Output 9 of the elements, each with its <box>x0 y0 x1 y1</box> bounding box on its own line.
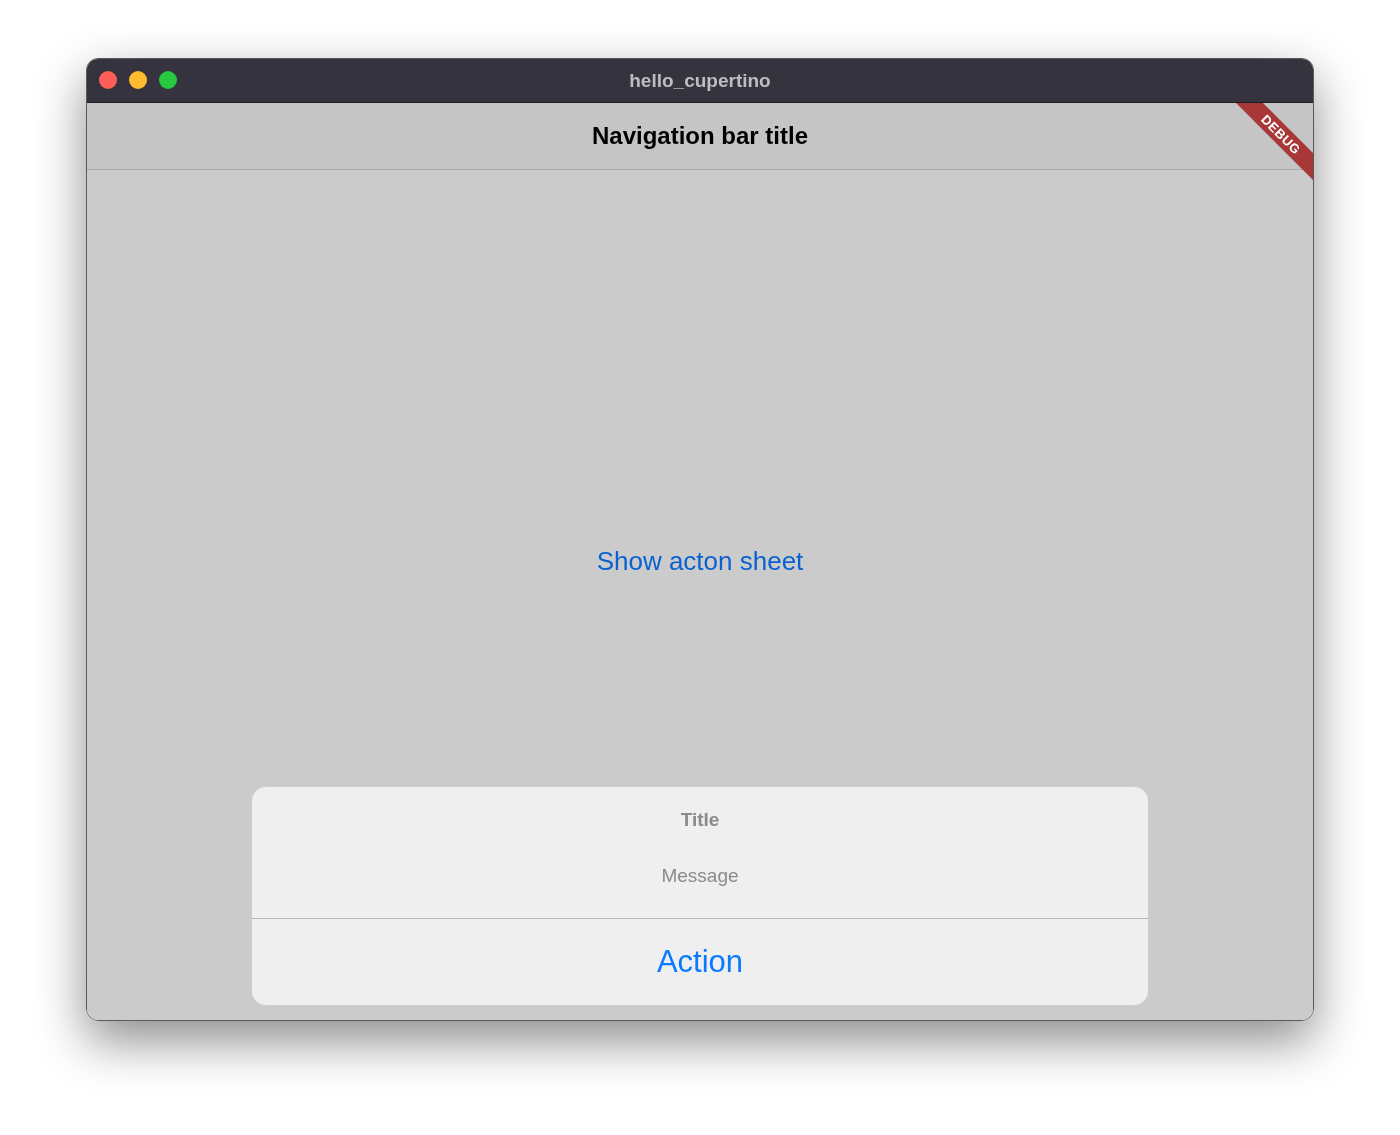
navigation-title: Navigation bar title <box>591 122 808 150</box>
close-icon[interactable] <box>99 71 117 89</box>
action-button[interactable]: Action <box>252 919 1148 1005</box>
maximize-icon[interactable] <box>159 71 177 89</box>
sheet-message: Message <box>661 865 739 887</box>
minimize-icon[interactable] <box>129 71 147 89</box>
show-action-sheet-link[interactable]: Show acton sheet <box>596 545 804 577</box>
sheet-title: Title <box>680 809 720 831</box>
window-title: hello_cupertino <box>629 69 771 92</box>
